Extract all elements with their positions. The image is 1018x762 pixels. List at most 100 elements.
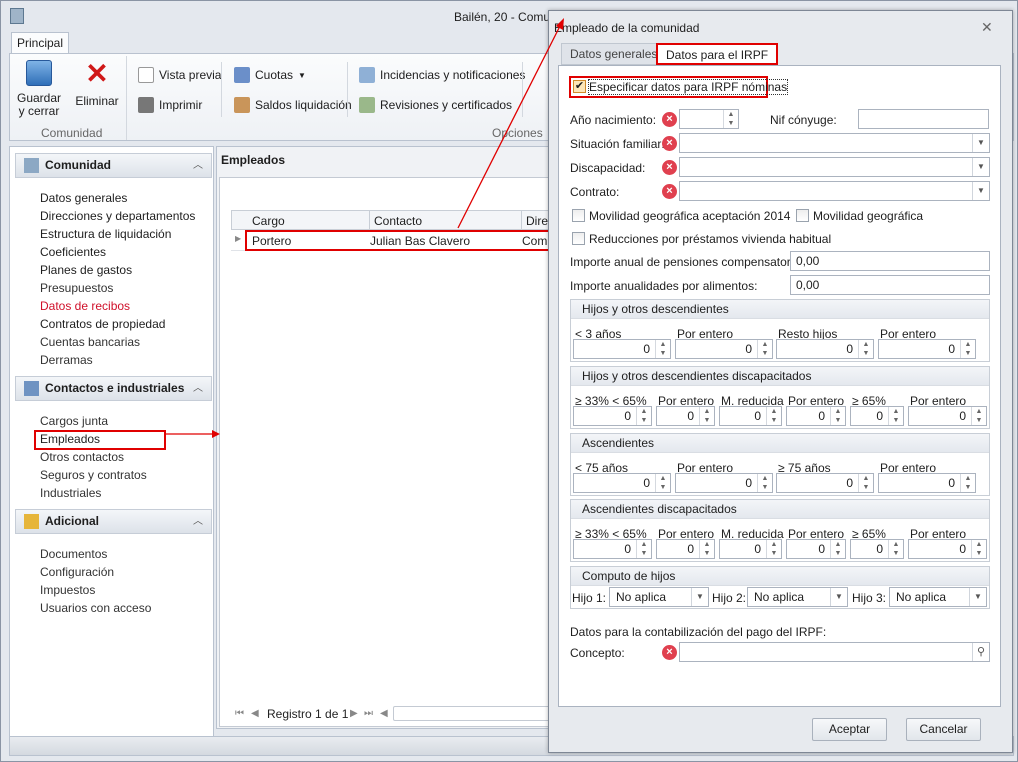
sidebar-item[interactable]: Industriales xyxy=(40,486,101,500)
spinner-input[interactable]: 0 ▲ ▼ xyxy=(573,473,671,493)
close-icon[interactable]: ✕ xyxy=(981,19,993,36)
sidebar-item[interactable]: Otros contactos xyxy=(40,450,124,464)
spinner-input[interactable]: 0 ▲ ▼ xyxy=(850,539,904,559)
spin-buttons[interactable]: ▲ ▼ xyxy=(888,407,903,425)
chevron-up-icon[interactable]: ︿ xyxy=(193,510,203,533)
spinner-input[interactable]: 0 ▲ ▼ xyxy=(786,539,846,559)
hijo-select[interactable]: No aplica ▼ xyxy=(889,587,987,607)
sidebar-item[interactable]: Planes de gastos xyxy=(40,263,132,277)
spin-buttons[interactable]: ▲ ▼ xyxy=(971,407,986,425)
spin-buttons[interactable]: ▲ ▼ xyxy=(830,407,845,425)
sidebar-item[interactable]: Seguros y contratos xyxy=(40,468,147,482)
spin-buttons[interactable]: ▲ ▼ xyxy=(723,110,738,128)
chevron-up-icon[interactable]: ︿ xyxy=(193,154,203,177)
next-record-icon[interactable]: ▶ xyxy=(350,708,358,719)
discapacidad-select[interactable]: ▼ xyxy=(679,157,990,177)
guardar-button[interactable]: Guardar y cerrar xyxy=(16,60,62,118)
chevron-down-icon[interactable]: ▼ xyxy=(830,588,847,606)
especificar-checkbox[interactable]: ✔ xyxy=(573,80,586,93)
spin-buttons[interactable]: ▲ ▼ xyxy=(888,540,903,558)
incidencias-button[interactable]: Incidencias y notificaciones xyxy=(359,67,525,83)
pensiones-input[interactable]: 0,00 xyxy=(790,251,990,271)
sidebar-item[interactable]: Coeficientes xyxy=(40,245,106,259)
column-header-cargo[interactable]: Cargo xyxy=(252,214,285,228)
tab-datos-generales[interactable]: Datos generales xyxy=(561,43,667,65)
spinner-input[interactable]: 0 ▲ ▼ xyxy=(908,539,987,559)
spinner-input[interactable]: 0 ▲ ▼ xyxy=(656,539,715,559)
eliminar-button[interactable]: ✕ Eliminar xyxy=(74,60,120,109)
sidebar-item[interactable]: Usuarios con acceso xyxy=(40,601,151,615)
cuotas-button[interactable]: Cuotas ▼ xyxy=(234,67,306,83)
spinner-input[interactable]: 0 ▲ ▼ xyxy=(573,406,652,426)
sidebar-item[interactable]: Datos generales xyxy=(40,191,127,205)
aceptar-button[interactable]: Aceptar xyxy=(812,718,887,741)
spin-buttons[interactable]: ▲ ▼ xyxy=(636,407,651,425)
sidebar-item[interactable]: Presupuestos xyxy=(40,281,113,295)
sidebar-group-header[interactable]: Comunidad ︿ xyxy=(15,153,212,178)
spinner-input[interactable]: 0 ▲ ▼ xyxy=(776,473,874,493)
spinner-input[interactable]: 0 ▲ ▼ xyxy=(675,473,773,493)
sidebar-item[interactable]: Impuestos xyxy=(40,583,95,597)
spin-buttons[interactable]: ▲ ▼ xyxy=(960,474,975,492)
sidebar-item[interactable]: Derramas xyxy=(40,353,93,367)
search-icon[interactable]: ⚲ xyxy=(972,643,989,661)
spin-buttons[interactable]: ▲ ▼ xyxy=(858,340,873,358)
sidebar-item[interactable]: Datos de recibos xyxy=(40,299,130,313)
sidebar-item[interactable]: Cargos junta xyxy=(40,414,108,428)
first-record-icon[interactable]: ⏮ xyxy=(235,708,244,719)
imprimir-button[interactable]: Imprimir xyxy=(138,97,202,113)
spinner-input[interactable]: 0 ▲ ▼ xyxy=(878,473,976,493)
spin-buttons[interactable]: ▲ ▼ xyxy=(830,540,845,558)
spinner-input[interactable]: 0 ▲ ▼ xyxy=(719,406,782,426)
concepto-input[interactable]: ⚲ xyxy=(679,642,990,662)
chevron-down-icon[interactable]: ▼ xyxy=(972,182,989,200)
sidebar-item[interactable]: Cuentas bancarias xyxy=(40,335,140,349)
spinner-input[interactable]: 0 ▲ ▼ xyxy=(719,539,782,559)
contrato-select[interactable]: ▼ xyxy=(679,181,990,201)
hijo-select[interactable]: No aplica ▼ xyxy=(609,587,709,607)
spin-buttons[interactable]: ▲ ▼ xyxy=(757,474,772,492)
last-record-icon[interactable]: ⏭ xyxy=(364,708,373,719)
spinner-input[interactable]: 0 ▲ ▼ xyxy=(878,339,976,359)
scroll-left-icon[interactable]: ◀ xyxy=(380,708,388,719)
spinner-input[interactable]: 0 ▲ ▼ xyxy=(786,406,846,426)
saldos-button[interactable]: Saldos liquidación xyxy=(234,97,352,113)
anio-input[interactable]: ▲ ▼ xyxy=(679,109,739,129)
vista-previa-button[interactable]: Vista previa xyxy=(138,67,221,83)
spin-buttons[interactable]: ▲ ▼ xyxy=(655,474,670,492)
spin-buttons[interactable]: ▲ ▼ xyxy=(636,540,651,558)
situacion-select[interactable]: ▼ xyxy=(679,133,990,153)
spin-buttons[interactable]: ▲ ▼ xyxy=(960,340,975,358)
cancelar-button[interactable]: Cancelar xyxy=(906,718,981,741)
chevron-down-icon[interactable]: ▼ xyxy=(969,588,986,606)
sidebar-item[interactable]: Configuración xyxy=(40,565,114,579)
spin-buttons[interactable]: ▲ ▼ xyxy=(699,540,714,558)
chevron-down-icon[interactable]: ▼ xyxy=(691,588,708,606)
chevron-up-icon[interactable]: ︿ xyxy=(193,377,203,400)
ribbon-tab-principal[interactable]: Principal xyxy=(11,32,69,54)
revisiones-button[interactable]: Revisiones y certificados xyxy=(359,97,512,113)
chevron-down-icon[interactable]: ▼ xyxy=(972,158,989,176)
spin-buttons[interactable]: ▲ ▼ xyxy=(655,340,670,358)
sidebar-group-header[interactable]: Contactos e industriales ︿ xyxy=(15,376,212,401)
spinner-input[interactable]: 0 ▲ ▼ xyxy=(908,406,987,426)
spin-buttons[interactable]: ▲ ▼ xyxy=(971,540,986,558)
column-header-contacto[interactable]: Contacto xyxy=(369,211,422,229)
sidebar-item[interactable]: Contratos de propiedad xyxy=(40,317,165,331)
horizontal-scrollbar[interactable] xyxy=(393,706,553,721)
movilidad2014-checkbox[interactable] xyxy=(572,209,585,222)
spin-buttons[interactable]: ▲ ▼ xyxy=(858,474,873,492)
prev-record-icon[interactable]: ◀ xyxy=(251,708,259,719)
sidebar-item[interactable]: Direcciones y departamentos xyxy=(40,209,195,223)
spinner-input[interactable]: 0 ▲ ▼ xyxy=(675,339,773,359)
reducciones-checkbox[interactable] xyxy=(572,232,585,245)
tab-datos-irpf[interactable]: Datos para el IRPF xyxy=(656,43,779,65)
spin-buttons[interactable]: ▲ ▼ xyxy=(766,540,781,558)
spinner-input[interactable]: 0 ▲ ▼ xyxy=(656,406,715,426)
chevron-down-icon[interactable]: ▼ xyxy=(972,134,989,152)
hijo-select[interactable]: No aplica ▼ xyxy=(747,587,848,607)
nif-input[interactable] xyxy=(858,109,989,129)
spin-buttons[interactable]: ▲ ▼ xyxy=(757,340,772,358)
spin-buttons[interactable]: ▲ ▼ xyxy=(766,407,781,425)
spinner-input[interactable]: 0 ▲ ▼ xyxy=(850,406,904,426)
